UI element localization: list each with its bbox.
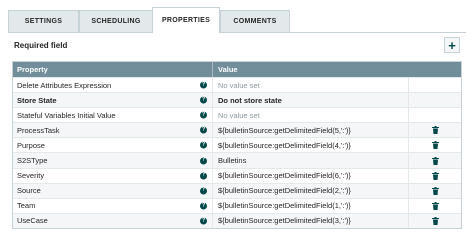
property-name: Delete Attributes Expression [17, 80, 112, 90]
property-name-cell: Store State? [13, 93, 213, 108]
actions-cell [409, 199, 461, 213]
required-field-label: Required field [14, 41, 68, 50]
property-value-cell[interactable]: ${bulletinSource:getDelimitedField(2,':'… [213, 183, 409, 198]
help-circle-icon[interactable]: ? [200, 141, 207, 149]
table-row[interactable]: Delete Attributes Expression? No value se… [13, 77, 461, 93]
actions-cell [409, 138, 461, 152]
actions-cell [409, 169, 461, 183]
trash-icon[interactable] [431, 201, 439, 210]
actions-cell [409, 184, 461, 198]
property-name: UseCase [17, 216, 48, 226]
property-name: Severity [17, 171, 45, 181]
property-name-cell: UseCase? [13, 213, 213, 228]
property-value-cell[interactable]: No value set [213, 108, 409, 123]
table-row[interactable]: S2SType? Bulletins [13, 152, 461, 168]
trash-icon[interactable] [431, 186, 439, 195]
help-circle-icon[interactable]: ? [200, 111, 207, 119]
tab-properties[interactable]: PROPERTIES [152, 7, 220, 33]
table-row[interactable]: Store State? Do not store state [13, 92, 461, 108]
help-circle-icon[interactable]: ? [200, 81, 207, 89]
add-property-button[interactable]: + [444, 37, 460, 53]
property-name: S2SType [17, 156, 48, 166]
property-name: Team [17, 201, 36, 211]
table-header: Property Value [13, 62, 461, 77]
property-name-cell: Team? [13, 198, 213, 213]
table-row[interactable]: Team? ${bulletinSource:getDelimitedField(… [13, 197, 461, 213]
table-row[interactable]: Purpose? ${bulletinSource:getDelimitedFie… [13, 137, 461, 153]
tab-settings[interactable]: SETTINGS [8, 10, 79, 32]
tab-comments[interactable]: COMMENTS [220, 10, 290, 32]
property-value-cell[interactable]: ${bulletinSource:getDelimitedField(3,':'… [213, 213, 409, 228]
tab-scheduling[interactable]: SCHEDULING [79, 10, 153, 32]
property-value-cell[interactable]: ${bulletinSource:getDelimitedField(4,':'… [213, 138, 409, 153]
properties-toolbar: Required field + [12, 37, 462, 57]
property-name-cell: Purpose? [13, 138, 213, 153]
property-name-cell: S2SType? [13, 153, 213, 168]
tab-bar: SETTINGS SCHEDULING PROPERTIES COMMENTS [0, 0, 474, 33]
property-name-cell: ProcessTask? [13, 123, 213, 138]
actions-cell [409, 153, 461, 167]
table-row[interactable]: UseCase? ${bulletinSource:getDelimitedFie… [13, 212, 461, 228]
help-circle-icon[interactable]: ? [200, 217, 207, 225]
table-row[interactable]: Severity? ${bulletinSource:getDelimitedFi… [13, 167, 461, 183]
table-row[interactable]: Source? ${bulletinSource:getDelimitedFiel… [13, 182, 461, 198]
help-circle-icon[interactable]: ? [200, 96, 207, 104]
column-header-value[interactable]: Value [213, 62, 461, 77]
table-row[interactable]: Stateful Variables Initial Value? No valu… [13, 107, 461, 123]
property-value-cell[interactable]: ${bulletinSource:getDelimitedField(1,':'… [213, 198, 409, 213]
property-value-cell[interactable]: No value set [213, 78, 409, 93]
property-name-cell: Severity? [13, 168, 213, 183]
actions-cell [409, 93, 461, 107]
trash-icon[interactable] [431, 171, 439, 180]
trash-icon[interactable] [431, 141, 439, 150]
property-name: Stateful Variables Initial Value [17, 110, 116, 120]
help-circle-icon[interactable]: ? [200, 172, 207, 180]
properties-table: Property Value Delete Attributes Express… [12, 61, 462, 229]
help-circle-icon[interactable]: ? [200, 202, 207, 210]
actions-cell [409, 214, 461, 228]
property-name: Purpose [17, 140, 45, 150]
property-name-cell: Source? [13, 183, 213, 198]
column-header-property[interactable]: Property [13, 62, 213, 77]
help-circle-icon[interactable]: ? [200, 187, 207, 195]
actions-cell [409, 123, 461, 137]
actions-cell [409, 108, 461, 122]
trash-icon[interactable] [431, 126, 439, 135]
help-circle-icon[interactable]: ? [200, 157, 207, 165]
help-circle-icon[interactable]: ? [200, 126, 207, 134]
property-value-cell[interactable]: ${bulletinSource:getDelimitedField(6,':'… [213, 168, 409, 183]
property-value-cell[interactable]: ${bulletinSource:getDelimitedField(5,':'… [213, 123, 409, 138]
property-name: Store State [17, 95, 57, 105]
property-value-cell[interactable]: Do not store state [213, 93, 409, 108]
property-name: Source [17, 186, 41, 196]
property-name-cell: Stateful Variables Initial Value? [13, 108, 213, 123]
property-name-cell: Delete Attributes Expression? [13, 78, 213, 93]
table-row[interactable]: ProcessTask? ${bulletinSource:getDelimite… [13, 122, 461, 138]
table-body: Delete Attributes Expression? No value se… [13, 77, 461, 228]
trash-icon[interactable] [431, 156, 439, 165]
property-value-cell[interactable]: Bulletins [213, 153, 409, 168]
property-name: ProcessTask [17, 125, 60, 135]
tab-divider [8, 32, 466, 33]
trash-icon[interactable] [431, 216, 439, 225]
actions-cell [409, 78, 461, 92]
